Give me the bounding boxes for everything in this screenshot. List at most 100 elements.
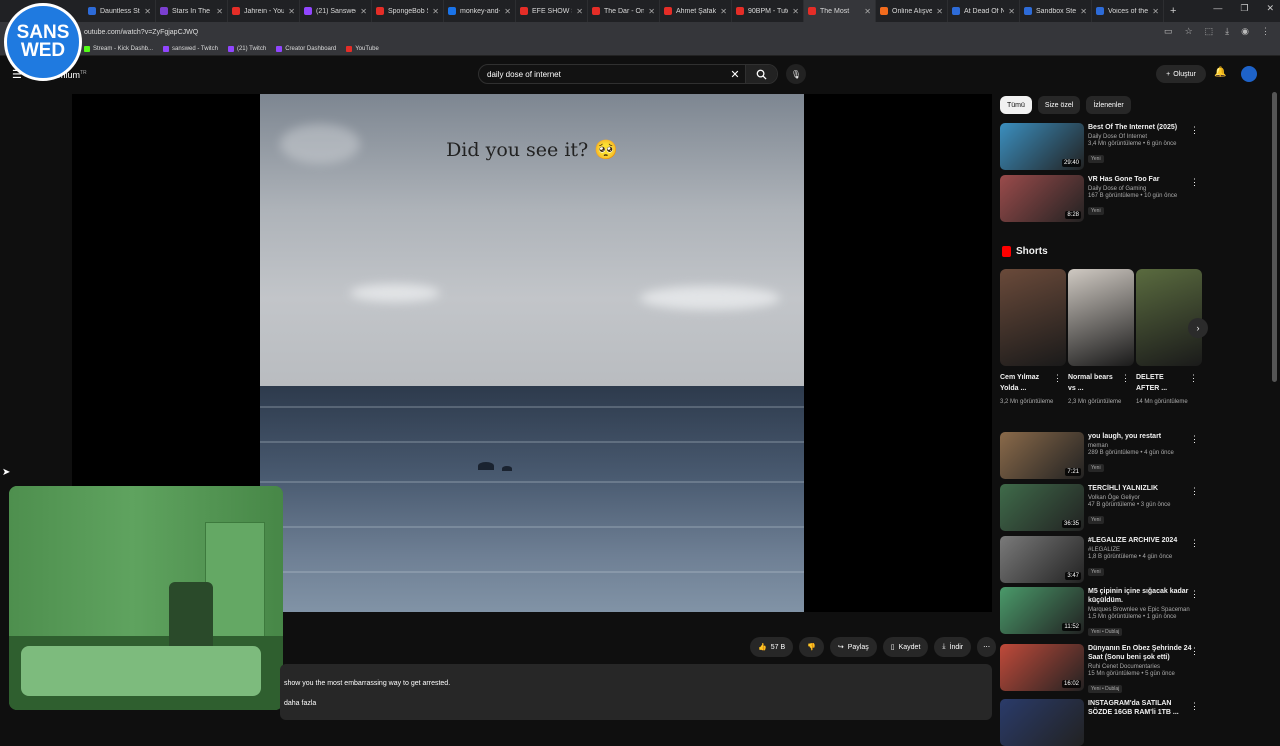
channel-name[interactable]: Marques Brownlee ve Epic Spaceman [1088, 607, 1192, 613]
short-title[interactable]: DELETE AFTER ... [1136, 372, 1188, 394]
short-item[interactable]: DELETE AFTER ... 14 Mn görüntüleme ⋮ [1136, 269, 1202, 407]
tab-close-icon[interactable]: ✕ [648, 7, 655, 16]
video-title[interactable]: you laugh, you restart [1088, 432, 1192, 441]
more-options-icon[interactable]: ⋮ [1190, 486, 1199, 497]
browser-tab[interactable]: Jahrein - You ✕ [228, 0, 300, 22]
bookmark-item[interactable]: Stream - Kick Dashb... [84, 45, 153, 52]
page-scrollbar[interactable] [1272, 92, 1277, 382]
search-input[interactable]: daily dose of internet [479, 70, 725, 79]
tab-close-icon[interactable]: ✕ [576, 7, 583, 16]
menu-icon[interactable]: ⋮ [1261, 26, 1270, 37]
browser-tab[interactable]: SpongeBob S ✕ [372, 0, 444, 22]
browser-tab[interactable]: Dauntless Ste ✕ [84, 0, 156, 22]
video-title[interactable]: Dünyanın En Obez Şehrinde 24 Saat (Sonu … [1088, 644, 1192, 662]
recommended-video[interactable]: 11:52 M5 çipinin içine sığacak kadar küçü… [1000, 587, 1202, 636]
browser-tab[interactable]: 90BPM - Tuto ✕ [732, 0, 804, 22]
save-button[interactable]: ▯ Kaydet [882, 637, 929, 657]
browser-tab[interactable]: Stars In The T ✕ [156, 0, 228, 22]
short-more-icon[interactable]: ⋮ [1121, 373, 1130, 384]
create-button[interactable]: + Oluştur [1156, 65, 1206, 83]
tab-close-icon[interactable]: ✕ [216, 7, 223, 16]
recommended-video[interactable]: 29:40 Best Of The Internet (2025) Daily Do… [1000, 123, 1202, 170]
maximize-icon[interactable]: ❐ [1240, 3, 1248, 14]
extensions-icon[interactable]: ⬚ [1205, 26, 1214, 37]
share-button[interactable]: ↪ Paylaş [829, 637, 877, 657]
channel-name[interactable]: meman [1088, 443, 1192, 449]
bookmark-item[interactable]: sanswed - Twitch [163, 45, 218, 52]
tab-close-icon[interactable]: ✕ [1152, 7, 1159, 16]
tab-close-icon[interactable]: ✕ [288, 7, 295, 16]
clear-search-icon[interactable]: ✕ [725, 68, 745, 81]
more-actions-button[interactable]: ⋯ [977, 637, 997, 657]
more-options-icon[interactable]: ⋮ [1190, 538, 1199, 549]
video-thumbnail[interactable]: 29:40 [1000, 123, 1084, 170]
browser-tab[interactable]: At Dead Of N ✕ [948, 0, 1020, 22]
recommended-video[interactable]: 3:47 #LEGALIZE ARCHIVE 2024 #LEGALIZE 1,8 B… [1000, 536, 1202, 583]
browser-tab[interactable]: Sandbox Ste ✕ [1020, 0, 1092, 22]
video-title[interactable]: M5 çipinin içine sığacak kadar küçüldüm. [1088, 587, 1192, 605]
profile-icon[interactable]: ◉ [1241, 26, 1249, 37]
browser-tab[interactable]: Voices of the ✕ [1092, 0, 1164, 22]
dislike-button[interactable]: 👎 [799, 637, 824, 657]
recommended-video[interactable]: 7:21 you laugh, you restart meman 289 B gör… [1000, 432, 1202, 479]
browser-tab[interactable]: (21) Sanswed ✕ [300, 0, 372, 22]
bookmark-item[interactable]: (21) Twitch [227, 45, 266, 52]
more-options-icon[interactable]: ⋮ [1190, 646, 1199, 657]
tab-close-icon[interactable]: ✕ [504, 7, 511, 16]
short-more-icon[interactable]: ⋮ [1189, 373, 1198, 384]
tab-close-icon[interactable]: ✕ [1080, 7, 1087, 16]
video-thumbnail[interactable]: 11:52 [1000, 587, 1084, 634]
short-title[interactable]: Cem Yılmaz Yolda ... [1000, 372, 1052, 394]
video-thumbnail[interactable]: 8:28 [1000, 175, 1084, 222]
bookmark-item[interactable]: Creator Dashboard [276, 45, 336, 52]
tab-close-icon[interactable]: ✕ [864, 7, 871, 16]
short-item[interactable]: Normal bears vs ... 2,3 Mn görüntüleme ⋮ [1068, 269, 1134, 407]
cast-icon[interactable]: ▭ [1164, 26, 1173, 37]
description-box[interactable]: show you the most embarrassing way to ge… [280, 664, 992, 720]
more-options-icon[interactable]: ⋮ [1190, 125, 1199, 136]
tab-close-icon[interactable]: ✕ [792, 7, 799, 16]
more-options-icon[interactable]: ⋮ [1190, 589, 1199, 600]
tab-close-icon[interactable]: ✕ [360, 7, 367, 16]
channel-name[interactable]: Daily Dose of Gaming [1088, 186, 1192, 192]
browser-tab[interactable]: monkey-and- ✕ [444, 0, 516, 22]
filter-chip[interactable]: İzlenenler [1086, 96, 1131, 114]
tab-close-icon[interactable]: ✕ [1008, 7, 1015, 16]
recommended-video[interactable]: 16:02 Dünyanın En Obez Şehrinde 24 Saat (… [1000, 644, 1202, 693]
video-title[interactable]: Best Of The Internet (2025) [1088, 123, 1192, 132]
short-thumbnail[interactable] [1068, 269, 1134, 366]
video-thumbnail[interactable]: 3:47 [1000, 536, 1084, 583]
download-icon[interactable]: ⤓ [1225, 26, 1229, 37]
more-options-icon[interactable]: ⋮ [1190, 701, 1199, 712]
tab-close-icon[interactable]: ✕ [720, 7, 727, 16]
browser-tab[interactable]: The Dar - On ✕ [588, 0, 660, 22]
more-options-icon[interactable]: ⋮ [1190, 177, 1199, 188]
short-title[interactable]: Normal bears vs ... [1068, 372, 1120, 394]
tab-close-icon[interactable]: ✕ [432, 7, 439, 16]
video-thumbnail[interactable]: 16:02 [1000, 644, 1084, 691]
tab-close-icon[interactable]: ✕ [144, 7, 151, 16]
short-thumbnail[interactable] [1136, 269, 1202, 366]
channel-name[interactable]: Daily Dose Of Internet [1088, 134, 1192, 140]
bookmark-star-icon[interactable]: ☆ [1185, 26, 1193, 37]
minimize-icon[interactable]: — [1213, 3, 1222, 14]
bookmark-item[interactable]: YouTube [346, 45, 379, 52]
short-more-icon[interactable]: ⋮ [1053, 373, 1062, 384]
video-title[interactable]: TERCİHLİ YALNIZLIK [1088, 484, 1192, 493]
voice-search-icon[interactable]: 🎙 [786, 64, 806, 84]
channel-name[interactable]: Volkan Öge Geliyor [1088, 495, 1192, 501]
video-title[interactable]: VR Has Gone Too Far [1088, 175, 1192, 184]
search-button[interactable] [745, 65, 777, 83]
recommended-video[interactable]: 36:35 TERCİHLİ YALNIZLIK Volkan Öge Geliyo… [1000, 484, 1202, 531]
video-thumbnail[interactable]: 7:21 [1000, 432, 1084, 479]
address-input[interactable]: outube.com/watch?v=ZyFgjapCJWQ [84, 25, 1124, 39]
browser-tab[interactable]: EFE SHOW S ✕ [516, 0, 588, 22]
filter-chip[interactable]: Size özel [1037, 96, 1081, 114]
channel-name[interactable]: #LEGALIZE [1088, 547, 1192, 553]
new-tab-icon[interactable]: + [1170, 5, 1176, 17]
close-window-icon[interactable]: ✕ [1266, 3, 1274, 14]
browser-tab[interactable]: The Most ✕ [804, 0, 876, 22]
filter-chip[interactable]: Tümü [1000, 96, 1032, 114]
account-avatar[interactable] [1241, 66, 1257, 82]
notifications-icon[interactable]: 🔔 [1214, 67, 1226, 78]
